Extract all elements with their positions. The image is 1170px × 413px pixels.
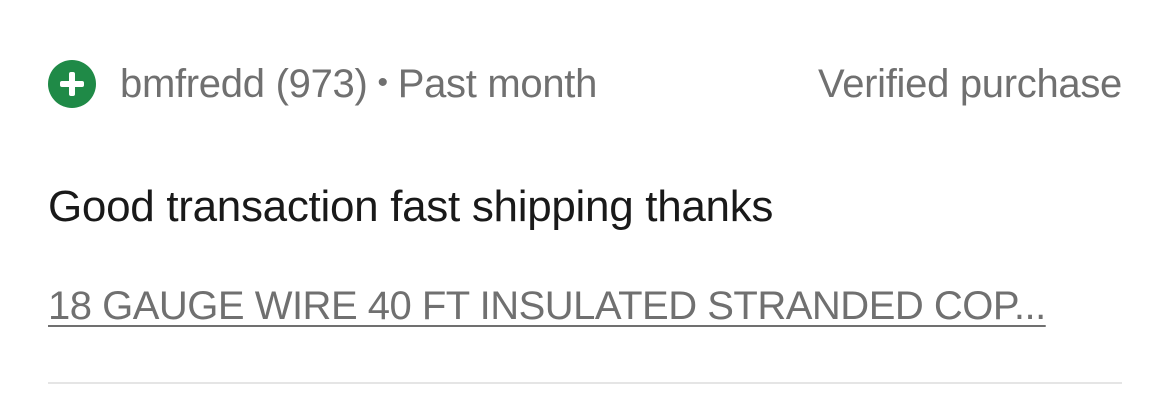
review-meta-row: bmfredd (973) • Past month Verified purc… bbox=[48, 56, 1122, 112]
verified-purchase-label: Verified purchase bbox=[818, 61, 1122, 106]
review-comment: Good transaction fast shipping thanks bbox=[48, 182, 774, 231]
feedback-review-card: bmfredd (973) • Past month Verified purc… bbox=[0, 0, 1170, 413]
plus-circle-icon bbox=[48, 60, 96, 108]
item-title-link[interactable]: 18 GAUGE WIRE 40 FT INSULATED STRANDED C… bbox=[48, 284, 1108, 329]
reviewer-score: (973) bbox=[275, 61, 368, 106]
reviewer-username: bmfredd bbox=[120, 61, 265, 106]
meta-separator: • bbox=[377, 66, 389, 99]
reviewer-info: bmfredd (973) • Past month bbox=[120, 62, 597, 107]
review-time: Past month bbox=[397, 61, 598, 106]
divider bbox=[48, 382, 1122, 384]
